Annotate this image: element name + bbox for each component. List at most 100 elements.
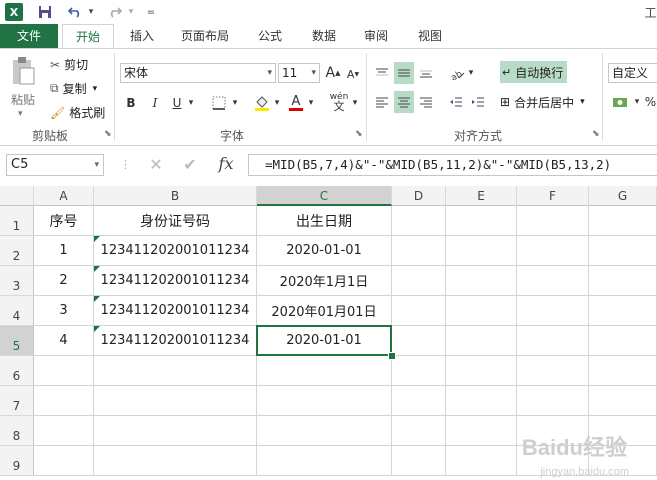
row-header-2[interactable]: 2 xyxy=(0,236,34,266)
percent-style-button[interactable]: % xyxy=(644,91,657,113)
cell-d2[interactable] xyxy=(392,236,446,266)
cell-c7[interactable] xyxy=(257,386,392,416)
cell-f5[interactable] xyxy=(517,326,589,356)
bold-button[interactable]: B xyxy=(122,93,140,113)
merge-center-button[interactable]: ⊞ 合并后居中 ▾ xyxy=(500,91,585,113)
copy-button[interactable]: ⧉ 复制 ▾ xyxy=(50,80,97,97)
alignment-launcher-icon[interactable]: ⬊ xyxy=(592,129,600,139)
redo-icon[interactable] xyxy=(106,3,124,21)
tab-insert[interactable]: 插入 xyxy=(120,24,164,48)
save-icon[interactable] xyxy=(36,3,54,21)
insert-function-icon[interactable]: fx xyxy=(212,152,240,176)
column-header-d[interactable]: D xyxy=(392,186,446,206)
cell-e7[interactable] xyxy=(446,386,517,416)
cell-c8[interactable] xyxy=(257,416,392,446)
cancel-icon[interactable]: ✕ xyxy=(142,154,170,176)
row-header-7[interactable]: 7 xyxy=(0,386,34,416)
cell-f6[interactable] xyxy=(517,356,589,386)
align-right-icon[interactable] xyxy=(416,91,436,113)
cell-a7[interactable] xyxy=(34,386,94,416)
cell-f1[interactable] xyxy=(517,206,589,236)
decrease-indent-icon[interactable] xyxy=(446,91,466,113)
cell-b7[interactable] xyxy=(94,386,257,416)
cell-g3[interactable] xyxy=(589,266,657,296)
row-header-1[interactable]: 1 xyxy=(0,206,34,236)
align-bottom-icon[interactable] xyxy=(416,62,436,84)
redo-dropdown[interactable]: ▾ xyxy=(126,3,136,21)
orientation-dropdown[interactable]: ▾ xyxy=(466,62,476,84)
font-color-icon[interactable]: A xyxy=(286,93,306,113)
cell-f2[interactable] xyxy=(517,236,589,266)
format-painter-button[interactable]: 🖌 格式刷 xyxy=(50,104,105,121)
cell-a8[interactable] xyxy=(34,416,94,446)
cell-c1[interactable]: 出生日期 xyxy=(257,206,392,236)
cell-g1[interactable] xyxy=(589,206,657,236)
enter-icon[interactable]: ✔ xyxy=(176,154,204,176)
phonetic-dropdown[interactable]: ▾ xyxy=(350,93,360,113)
cell-f7[interactable] xyxy=(517,386,589,416)
align-center-icon[interactable] xyxy=(394,91,414,113)
cell-a2[interactable]: 1 xyxy=(34,236,94,266)
cell-a4[interactable]: 3 xyxy=(34,296,94,326)
font-launcher-icon[interactable]: ⬊ xyxy=(355,129,363,139)
column-header-f[interactable]: F xyxy=(517,186,589,206)
cell-d7[interactable] xyxy=(392,386,446,416)
tab-review[interactable]: 审阅 xyxy=(354,24,398,48)
align-middle-icon[interactable] xyxy=(394,62,414,84)
paste-button-label[interactable]: 粘贴 xyxy=(11,91,35,108)
row-header-8[interactable]: 8 xyxy=(0,416,34,446)
cell-g2[interactable] xyxy=(589,236,657,266)
font-size-combo[interactable]: 11 ▾ xyxy=(278,63,320,83)
fill-color-dropdown[interactable]: ▾ xyxy=(272,93,282,113)
cell-d5[interactable] xyxy=(392,326,446,356)
cell-a1[interactable]: 序号 xyxy=(34,206,94,236)
cell-c6[interactable] xyxy=(257,356,392,386)
row-header-4[interactable]: 4 xyxy=(0,296,34,326)
tab-formulas[interactable]: 公式 xyxy=(248,24,292,48)
underline-dropdown[interactable]: ▾ xyxy=(186,93,196,113)
cell-b5[interactable]: 123411202001011234 xyxy=(94,326,257,356)
cell-c3[interactable]: 2020年1月1日 xyxy=(257,266,392,296)
tab-page-layout[interactable]: 页面布局 xyxy=(172,24,238,48)
underline-button[interactable]: U xyxy=(168,93,186,113)
row-header-3[interactable]: 3 xyxy=(0,266,34,296)
cell-f3[interactable] xyxy=(517,266,589,296)
name-box[interactable]: C5 ▾ xyxy=(6,154,104,176)
cell-d9[interactable] xyxy=(392,446,446,476)
select-all-corner[interactable] xyxy=(0,186,34,206)
column-header-c[interactable]: C xyxy=(257,186,392,206)
cell-g5[interactable] xyxy=(589,326,657,356)
cell-b8[interactable] xyxy=(94,416,257,446)
font-color-dropdown[interactable]: ▾ xyxy=(306,93,316,113)
cell-b3[interactable]: 123411202001011234 xyxy=(94,266,257,296)
fill-color-icon[interactable] xyxy=(252,93,272,113)
cell-d1[interactable] xyxy=(392,206,446,236)
column-header-g[interactable]: G xyxy=(589,186,657,206)
phonetic-guide-button[interactable]: wén 文 xyxy=(328,91,350,113)
cut-button[interactable]: ✂ 剪切 xyxy=(50,56,88,73)
tab-data[interactable]: 数据 xyxy=(302,24,346,48)
align-left-icon[interactable] xyxy=(372,91,392,113)
cell-g7[interactable] xyxy=(589,386,657,416)
tab-file[interactable]: 文件 xyxy=(0,24,58,48)
tab-home[interactable]: 开始 xyxy=(62,24,114,49)
cell-e5[interactable] xyxy=(446,326,517,356)
cell-d8[interactable] xyxy=(392,416,446,446)
borders-dropdown[interactable]: ▾ xyxy=(230,93,240,113)
cell-b9[interactable] xyxy=(94,446,257,476)
fill-handle[interactable] xyxy=(388,352,396,360)
cell-d4[interactable] xyxy=(392,296,446,326)
number-format-combo[interactable]: 自定义 xyxy=(608,63,657,83)
wrap-text-button[interactable]: ↵ 自动换行 xyxy=(500,61,568,83)
tab-view[interactable]: 视图 xyxy=(408,24,452,48)
cell-e4[interactable] xyxy=(446,296,517,326)
cell-c9[interactable] xyxy=(257,446,392,476)
cell-e9[interactable] xyxy=(446,446,517,476)
formula-bar-splitter[interactable]: ⋮ xyxy=(120,154,131,176)
cell-c4[interactable]: 2020年01月01日 xyxy=(257,296,392,326)
cell-a3[interactable]: 2 xyxy=(34,266,94,296)
increase-font-size-button[interactable]: A ▲ xyxy=(324,63,342,83)
formula-input[interactable]: =MID(B5,7,4)&"-"&MID(B5,11,2)&"-"&MID(B5… xyxy=(248,154,657,176)
increase-indent-icon[interactable] xyxy=(468,91,488,113)
decrease-font-size-button[interactable]: A ▼ xyxy=(344,65,362,83)
